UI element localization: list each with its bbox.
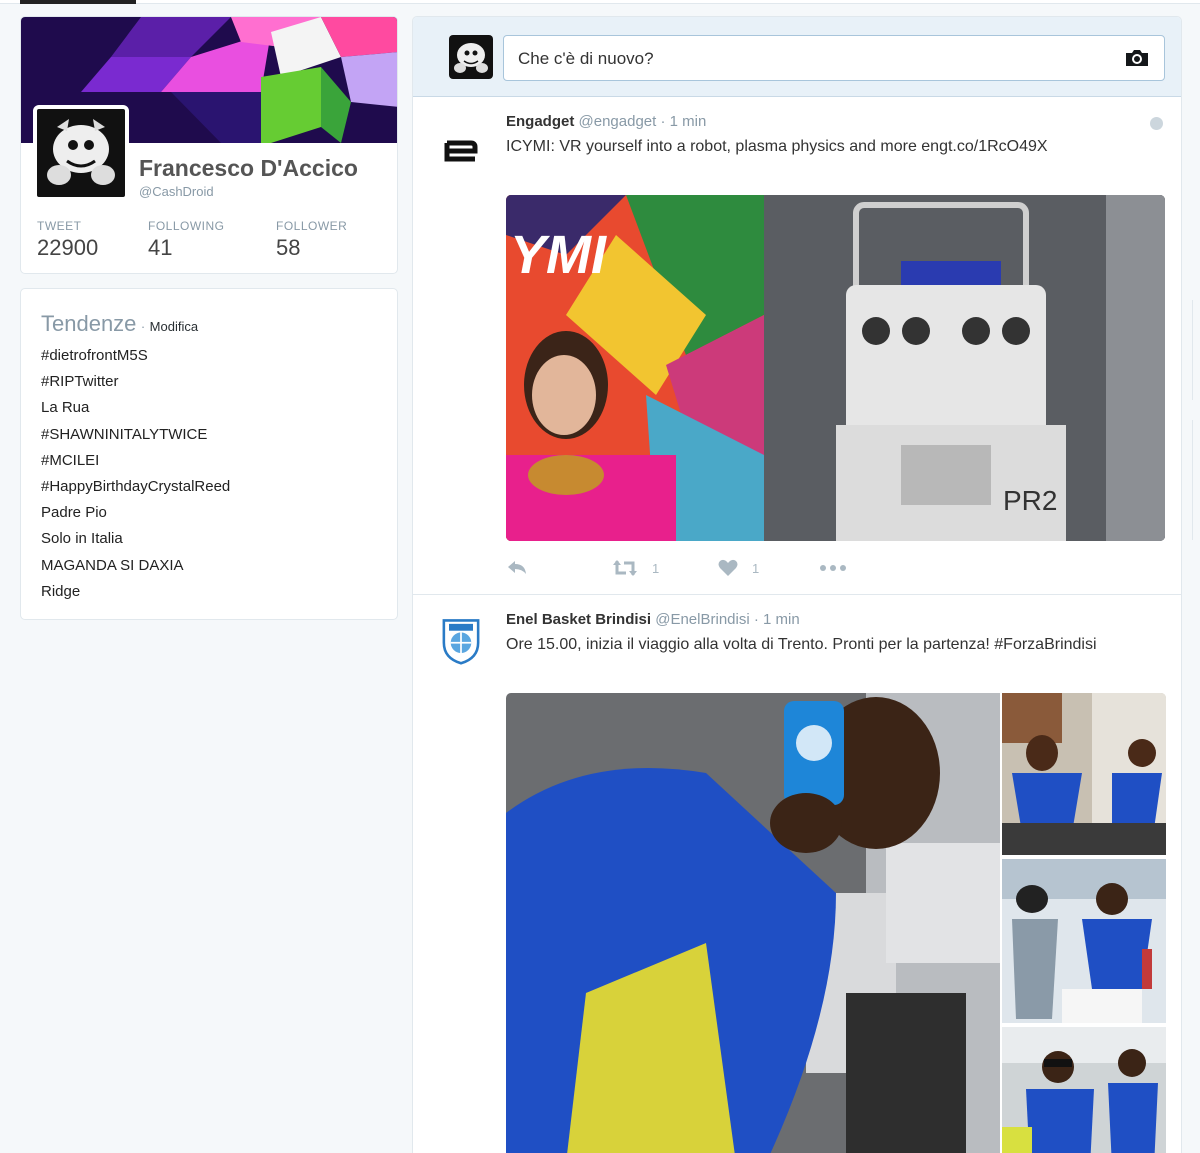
trend-item[interactable]: Solo in Italia — [41, 530, 230, 556]
trend-item[interactable]: #RIPTwitter — [41, 373, 230, 399]
profile-avatar[interactable] — [33, 105, 129, 201]
compose-input[interactable]: Che c'è di nuovo? — [503, 35, 1165, 81]
reply-icon — [508, 561, 526, 574]
trend-item[interactable]: #dietrofrontM5S — [41, 347, 230, 373]
avatar-image — [37, 109, 125, 197]
stat-following[interactable]: FOLLOWING 41 — [148, 219, 225, 261]
stat-tweets[interactable]: TWEET 22900 — [37, 219, 98, 261]
tweet-item[interactable]: Enel Basket Brindisi @EnelBrindisi · 1 m… — [413, 595, 1181, 1153]
stat-value: 22900 — [37, 235, 99, 260]
more-button[interactable] — [820, 565, 846, 571]
trend-item[interactable]: La Rua — [41, 399, 230, 425]
trends-separator: · — [140, 319, 146, 334]
retweet-count: 1 — [652, 560, 660, 576]
tweet-timestamp[interactable]: · 1 min — [660, 113, 706, 130]
profile-name[interactable]: Francesco D'Accico — [139, 155, 358, 182]
stat-label: TWEET — [37, 219, 82, 233]
tweet-photo-3[interactable] — [1002, 859, 1166, 1023]
stat-followers[interactable]: FOLLOWER 58 — [276, 219, 347, 261]
tweet-item[interactable]: Engadget @engadget · 1 min ICYMI: VR you… — [413, 97, 1181, 595]
profile-handle[interactable]: @CashDroid — [139, 184, 214, 199]
tweet-header: Enel Basket Brindisi @EnelBrindisi · 1 m… — [506, 611, 800, 628]
profile-card: Francesco D'Accico @CashDroid TWEET 2290… — [20, 16, 398, 274]
heart-icon — [718, 559, 738, 576]
tweet-author-handle[interactable]: @EnelBrindisi — [655, 611, 749, 628]
tweet-photo-image — [506, 693, 1000, 1153]
top-nav-bar — [0, 0, 1200, 4]
trends-title: Tendenze — [41, 311, 137, 336]
active-nav-tab[interactable] — [20, 0, 136, 4]
trends-card: Tendenze · Modifica #dietrofrontM5S #RIP… — [20, 288, 398, 620]
tweet-video-thumbnail: YMI PR2 — [506, 195, 1165, 541]
tweet-photo-image — [1002, 859, 1166, 1023]
compose-placeholder: Che c'è di nuovo? — [518, 49, 654, 68]
tweet-photo-4[interactable] — [1002, 1027, 1166, 1153]
trend-item[interactable]: #HappyBirthdayCrystalReed — [41, 478, 230, 504]
tweet-header: Engadget @engadget · 1 min — [506, 113, 706, 130]
trend-item[interactable]: MAGANDA SI DAXIA — [41, 557, 230, 583]
tweet-author-name[interactable]: Enel Basket Brindisi — [506, 611, 651, 628]
enel-brindisi-logo-icon[interactable] — [437, 617, 485, 665]
tweet-text: Ore 15.00, inizia il viaggio alla volta … — [506, 636, 1097, 653]
tweet-author-name[interactable]: Engadget — [506, 113, 574, 130]
trends-header: Tendenze · Modifica — [41, 311, 198, 337]
like-count: 1 — [752, 560, 760, 576]
robot-label-text: PR2 — [1003, 485, 1057, 516]
more-dots-icon — [820, 565, 846, 571]
compose-box: Che c'è di nuovo? — [413, 17, 1181, 97]
stat-label: FOLLOWING — [148, 219, 225, 233]
trend-list: #dietrofrontM5S #RIPTwitter La Rua #SHAW… — [41, 347, 230, 609]
retweet-button[interactable]: 1 — [612, 559, 659, 577]
tweet-photo-1[interactable] — [506, 693, 1000, 1153]
tweet-media-video[interactable]: YMI PR2 — [506, 195, 1165, 541]
tweet-photo-2[interactable] — [1002, 693, 1166, 855]
trend-item[interactable]: #SHAWNINITALYTWICE — [41, 426, 230, 452]
stat-value: 58 — [276, 235, 301, 260]
tweet-menu-caret-icon[interactable] — [1150, 117, 1163, 130]
stat-label: FOLLOWER — [276, 219, 348, 233]
trends-edit-link[interactable]: Modifica — [150, 319, 198, 334]
avatar-image — [449, 35, 493, 79]
like-button[interactable]: 1 — [718, 559, 759, 577]
tweet-photo-image — [1002, 693, 1166, 855]
tweet-text: ICYMI: VR yourself into a robot, plasma … — [506, 138, 1048, 155]
compose-avatar[interactable] — [449, 35, 493, 79]
engadget-logo-icon[interactable] — [437, 125, 485, 173]
retweet-icon — [613, 560, 637, 576]
side-panel-edge — [1192, 300, 1200, 400]
side-panel-edge — [1192, 420, 1200, 540]
stat-value: 41 — [148, 235, 173, 260]
camera-icon[interactable] — [1124, 48, 1150, 68]
timeline: Che c'è di nuovo? Engadget @engadget · 1… — [412, 16, 1182, 1153]
trend-item[interactable]: Padre Pio — [41, 504, 230, 530]
trend-item[interactable]: Ridge — [41, 583, 230, 609]
trend-item[interactable]: #MCILEI — [41, 452, 230, 478]
tweet-timestamp[interactable]: · 1 min — [754, 611, 800, 628]
video-overlay-text: YMI — [510, 225, 607, 285]
tweet-photo-image — [1002, 1027, 1166, 1153]
tweet-author-handle[interactable]: @engadget — [579, 113, 657, 130]
reply-button[interactable] — [506, 559, 528, 575]
